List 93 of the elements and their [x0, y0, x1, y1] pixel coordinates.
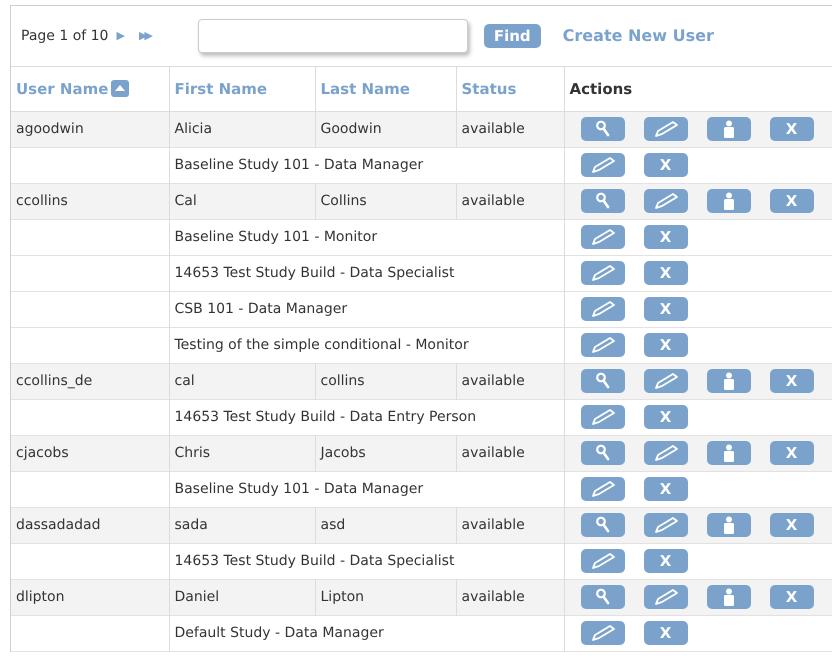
- delete-button[interactable]: X: [644, 297, 688, 321]
- last-name: collins: [315, 363, 456, 399]
- delete-button[interactable]: X: [770, 441, 814, 465]
- magnifier-icon: [594, 588, 610, 606]
- delete-button[interactable]: X: [644, 225, 688, 249]
- last-page-button[interactable]: ▶▶: [138, 28, 150, 44]
- delete-button[interactable]: X: [644, 477, 688, 501]
- status-text: available: [456, 111, 564, 147]
- last-name: Collins: [315, 183, 456, 219]
- edit-button[interactable]: [580, 477, 624, 501]
- view-button[interactable]: [580, 513, 624, 537]
- user-name: cjacobs: [11, 435, 169, 471]
- find-button[interactable]: Find: [484, 24, 541, 48]
- next-page-button[interactable]: ▶: [116, 28, 125, 44]
- user-name: dlipton: [11, 579, 169, 615]
- magnifier-icon: [594, 516, 610, 534]
- delete-button[interactable]: X: [770, 585, 814, 609]
- edit-button[interactable]: [644, 585, 688, 609]
- edit-button[interactable]: [580, 405, 624, 429]
- role-button[interactable]: [706, 585, 750, 609]
- study-role: Baseline Study 101 - Data Manager: [174, 156, 424, 172]
- view-button[interactable]: [580, 369, 624, 393]
- delete-button[interactable]: X: [644, 153, 688, 177]
- delete-button[interactable]: X: [644, 261, 688, 285]
- study-role: Default Study - Data Manager: [174, 624, 384, 640]
- first-name: Chris: [169, 435, 315, 471]
- status-text: available: [456, 435, 564, 471]
- magnifier-icon: [594, 120, 610, 138]
- last-name: Goodwin: [315, 111, 456, 147]
- edit-button[interactable]: [580, 333, 624, 357]
- first-name: Daniel: [169, 579, 315, 615]
- first-name: cal: [169, 363, 315, 399]
- user-name: ccollins_de: [11, 363, 169, 399]
- first-name: sada: [169, 507, 315, 543]
- edit-button[interactable]: [580, 225, 624, 249]
- magnifier-icon: [594, 372, 610, 390]
- delete-button[interactable]: X: [770, 513, 814, 537]
- sort-ascending-icon[interactable]: [111, 80, 130, 98]
- edit-button[interactable]: [580, 297, 624, 321]
- delete-button[interactable]: X: [644, 549, 688, 573]
- study-role: Baseline Study 101 - Monitor: [174, 228, 378, 244]
- last-name: Jacobs: [315, 435, 456, 471]
- study-role: 14653 Test Study Build - Data Specialist: [174, 552, 454, 568]
- status-text: available: [456, 579, 564, 615]
- study-role: Testing of the simple conditional - Monitor: [174, 336, 469, 352]
- view-button[interactable]: [580, 441, 624, 465]
- last-name: Lipton: [315, 579, 456, 615]
- status-text: available: [456, 183, 564, 219]
- column-header[interactable]: First Name: [174, 78, 268, 100]
- status-text: available: [456, 507, 564, 543]
- study-role: Baseline Study 101 - Data Manager: [174, 480, 424, 496]
- edit-button[interactable]: [644, 189, 688, 213]
- role-button[interactable]: [706, 117, 750, 141]
- edit-button[interactable]: [644, 441, 688, 465]
- column-header[interactable]: User Name: [16, 78, 108, 100]
- role-button[interactable]: [706, 369, 750, 393]
- edit-button[interactable]: [580, 621, 624, 645]
- search-field[interactable]: [198, 19, 468, 53]
- view-button[interactable]: [580, 585, 624, 609]
- first-name: Cal: [169, 183, 315, 219]
- role-button[interactable]: [706, 441, 750, 465]
- study-role: CSB 101 - Data Manager: [174, 300, 348, 316]
- magnifier-icon: [594, 192, 610, 210]
- magnifier-icon: [594, 444, 610, 462]
- delete-button[interactable]: X: [770, 369, 814, 393]
- edit-button[interactable]: [644, 117, 688, 141]
- edit-button[interactable]: [580, 261, 624, 285]
- user-name: ccollins: [11, 183, 169, 219]
- column-header: Actions: [570, 78, 632, 100]
- study-role: 14653 Test Study Build - Data Specialist: [174, 264, 454, 280]
- role-button[interactable]: [706, 189, 750, 213]
- edit-button[interactable]: [644, 513, 688, 537]
- edit-button[interactable]: [580, 549, 624, 573]
- view-button[interactable]: [580, 189, 624, 213]
- view-button[interactable]: [580, 117, 624, 141]
- delete-button[interactable]: X: [770, 189, 814, 213]
- role-button[interactable]: [706, 513, 750, 537]
- column-header[interactable]: Status: [462, 78, 516, 100]
- column-header[interactable]: Last Name: [320, 78, 410, 100]
- delete-button[interactable]: X: [770, 117, 814, 141]
- delete-button[interactable]: X: [644, 333, 688, 357]
- last-name: asd: [315, 507, 456, 543]
- user-name: dassadadad: [11, 507, 169, 543]
- first-name: Alicia: [169, 111, 315, 147]
- page-indicator: Page 1 of 10: [21, 26, 108, 46]
- edit-button[interactable]: [644, 369, 688, 393]
- delete-button[interactable]: X: [644, 621, 688, 645]
- delete-button[interactable]: X: [644, 405, 688, 429]
- status-text: available: [456, 363, 564, 399]
- study-role: 14653 Test Study Build - Data Entry Person: [174, 408, 476, 424]
- edit-button[interactable]: [580, 153, 624, 177]
- create-user-link[interactable]: Create New User: [562, 24, 714, 48]
- user-name: agoodwin: [11, 111, 169, 147]
